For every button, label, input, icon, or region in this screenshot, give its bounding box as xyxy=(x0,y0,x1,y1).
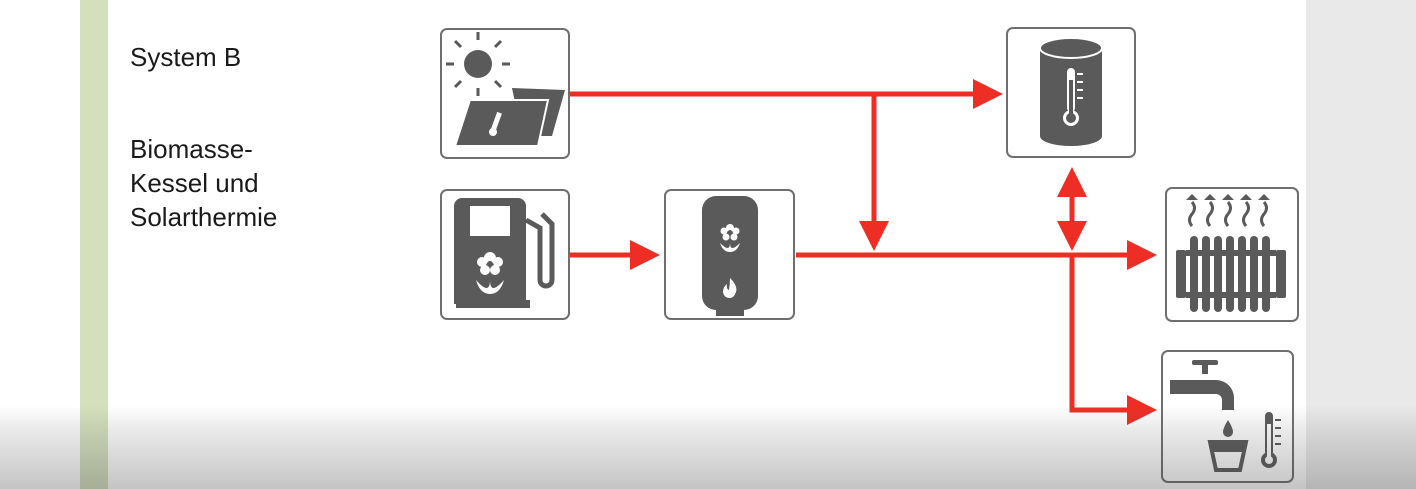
tank-thermometer-icon xyxy=(1039,37,1103,146)
node-biomass-fuel xyxy=(440,189,570,320)
node-hot-water xyxy=(1161,350,1294,483)
node-space-heating xyxy=(1165,187,1299,322)
boiler-flame-icon xyxy=(702,196,758,316)
flow-to-hot-water xyxy=(1069,255,1157,425)
node-biomass-boiler xyxy=(664,189,795,320)
node-solar-collector xyxy=(440,28,570,159)
node-storage-tank xyxy=(1006,27,1136,158)
system-diagram xyxy=(440,27,1299,483)
